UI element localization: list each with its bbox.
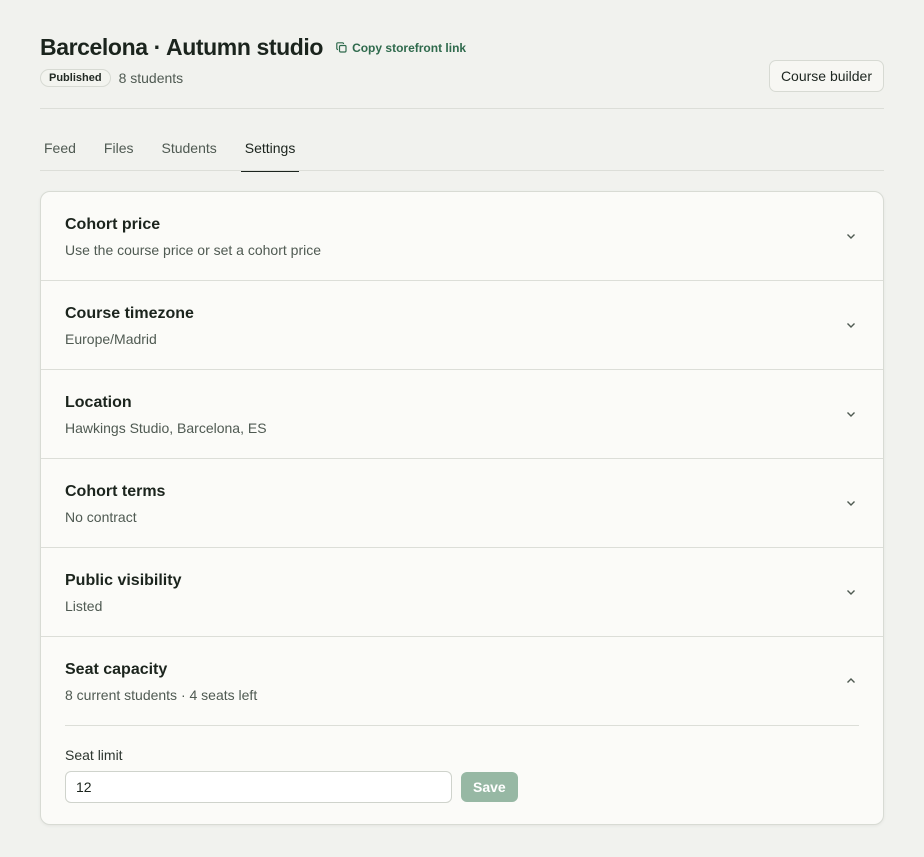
chevron-down-icon	[847, 234, 855, 239]
students-count: 8 students	[118, 70, 184, 86]
seat-capacity-panel: Seat limit Save	[65, 725, 859, 803]
meta-row: Published 8 students	[40, 69, 884, 87]
course-header: Barcelona · Autumn studio Copy storefron…	[40, 0, 884, 109]
section-course-timezone[interactable]: Course timezone Europe/Madrid	[41, 281, 883, 370]
section-subtitle: Europe/Madrid	[65, 331, 157, 347]
chevron-down-icon	[847, 501, 855, 506]
status-badge: Published	[40, 69, 111, 87]
section-location[interactable]: Location Hawkings Studio, Barcelona, ES	[41, 370, 883, 459]
tab-settings[interactable]: Settings	[240, 140, 300, 172]
seat-limit-row: Save	[65, 771, 859, 803]
copy-storefront-link[interactable]: Copy storefront link	[336, 41, 466, 55]
section-title: Seat capacity	[65, 661, 168, 678]
course-builder-button[interactable]: Course builder	[768, 60, 884, 92]
settings-card: Cohort price Use the course price or set…	[40, 191, 884, 825]
section-seat-capacity[interactable]: Seat capacity 8 current students · 4 sea…	[41, 637, 883, 803]
section-cohort-price[interactable]: Cohort price Use the course price or set…	[41, 192, 883, 281]
settings-page: Barcelona · Autumn studio Copy storefron…	[0, 0, 924, 857]
copy-icon	[336, 42, 347, 53]
copy-link-label: Copy storefront link	[352, 40, 467, 55]
chevron-down-icon	[847, 412, 855, 417]
title-row: Barcelona · Autumn studio Copy storefron…	[40, 34, 884, 61]
seat-limit-input[interactable]	[65, 771, 452, 803]
section-cohort-terms[interactable]: Cohort terms No contract	[41, 459, 883, 548]
section-title: Cohort price	[65, 216, 161, 233]
tab-bar: Feed Files Students Settings	[40, 109, 884, 172]
section-title: Location	[65, 394, 132, 411]
tab-students[interactable]: Students	[157, 140, 220, 171]
section-subtitle: Listed	[65, 598, 103, 614]
chevron-up-icon	[847, 678, 855, 683]
page-title: Barcelona · Autumn studio	[40, 34, 324, 60]
section-title: Public visibility	[65, 572, 182, 589]
section-title: Cohort terms	[65, 483, 166, 500]
chevron-down-icon	[847, 590, 855, 595]
section-subtitle: Hawkings Studio, Barcelona, ES	[65, 420, 267, 436]
chevron-down-icon	[847, 323, 855, 328]
section-subtitle: Use the course price or set a cohort pri…	[65, 242, 322, 258]
section-title: Course timezone	[65, 305, 194, 322]
section-subtitle: No contract	[65, 509, 137, 525]
section-subtitle: 8 current students · 4 seats left	[65, 687, 258, 703]
seat-limit-label: Seat limit	[65, 747, 123, 763]
save-button[interactable]: Save	[461, 772, 518, 802]
section-public-visibility[interactable]: Public visibility Listed	[41, 548, 883, 637]
tab-files[interactable]: Files	[100, 140, 138, 171]
tab-feed[interactable]: Feed	[40, 140, 80, 171]
